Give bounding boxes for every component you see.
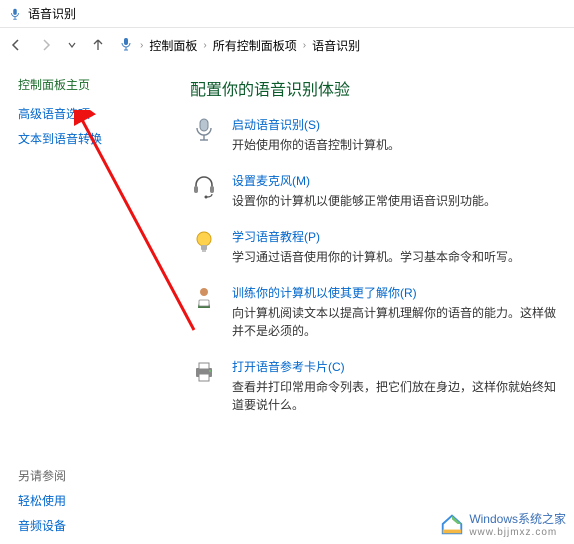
control-panel-home-link[interactable]: 控制面板主页 xyxy=(18,76,160,93)
item-desc: 查看并打印常用命令列表，把它们放在身边，这样你就始终知道要说什么。 xyxy=(232,378,564,414)
watermark: Windows系统之家 www.bjjmxz.com xyxy=(439,510,566,538)
up-button[interactable] xyxy=(88,35,108,55)
breadcrumb-leaf[interactable]: 语音识别 xyxy=(312,37,360,54)
take-tutorial-item: 学习语音教程(P) 学习通过语音使用你的计算机。学习基本命令和听写。 xyxy=(190,228,564,266)
forward-button[interactable] xyxy=(36,35,56,55)
main-panel: 配置你的语音识别体验 启动语音识别(S) 开始使用你的语音控制计算机。 设置麦克… xyxy=(160,62,574,544)
microphone-icon xyxy=(190,116,218,144)
breadcrumb-sep: › xyxy=(303,40,306,51)
breadcrumb-sep: › xyxy=(203,40,206,51)
start-speech-recognition-item: 启动语音识别(S) 开始使用你的语音控制计算机。 xyxy=(190,116,564,154)
item-desc: 开始使用你的语音控制计算机。 xyxy=(232,136,400,154)
lightbulb-icon xyxy=(190,228,218,256)
window-title: 语音识别 xyxy=(28,5,76,22)
headset-icon xyxy=(190,172,218,200)
person-reading-icon xyxy=(190,284,218,312)
take-tutorial-link[interactable]: 学习语音教程(P) xyxy=(232,228,520,245)
item-desc: 设置你的计算机以便能够正常使用语音识别功能。 xyxy=(232,192,496,210)
start-speech-recognition-link[interactable]: 启动语音识别(S) xyxy=(232,116,400,133)
watermark-url: www.bjjmxz.com xyxy=(469,527,566,538)
train-computer-link[interactable]: 训练你的计算机以使其更了解你(R) xyxy=(232,284,564,301)
microphone-icon xyxy=(8,7,22,21)
setup-microphone-link[interactable]: 设置麦克风(M) xyxy=(232,172,496,189)
open-reference-card-link[interactable]: 打开语音参考卡片(C) xyxy=(232,358,564,375)
printer-icon xyxy=(190,358,218,386)
nav-bar: › 控制面板 › 所有控制面板项 › 语音识别 xyxy=(0,28,574,62)
audio-devices-link[interactable]: 音频设备 xyxy=(18,517,160,534)
train-computer-item: 训练你的计算机以使其更了解你(R) 向计算机阅读文本以提高计算机理解你的语音的能… xyxy=(190,284,564,340)
microphone-icon xyxy=(118,36,134,55)
house-logo-icon xyxy=(439,511,465,537)
breadcrumb-root[interactable]: 控制面板 xyxy=(149,37,197,54)
breadcrumb[interactable]: › 控制面板 › 所有控制面板项 › 语音识别 xyxy=(118,36,360,55)
watermark-brand: Windows系统之家 xyxy=(469,512,566,526)
ease-of-access-link[interactable]: 轻松使用 xyxy=(18,492,160,509)
breadcrumb-mid[interactable]: 所有控制面板项 xyxy=(213,37,297,54)
sidebar: 控制面板主页 高级语音选项 文本到语音转换 另请参阅 轻松使用 音频设备 xyxy=(0,62,160,544)
back-button[interactable] xyxy=(6,35,26,55)
title-bar: 语音识别 xyxy=(0,0,574,28)
recent-dropdown[interactable] xyxy=(66,35,78,55)
content-area: 控制面板主页 高级语音选项 文本到语音转换 另请参阅 轻松使用 音频设备 配置你… xyxy=(0,62,574,544)
text-to-speech-link[interactable]: 文本到语音转换 xyxy=(18,130,160,147)
page-heading: 配置你的语音识别体验 xyxy=(190,76,564,100)
breadcrumb-sep: › xyxy=(140,40,143,51)
see-also-label: 另请参阅 xyxy=(18,467,160,484)
setup-microphone-item: 设置麦克风(M) 设置你的计算机以便能够正常使用语音识别功能。 xyxy=(190,172,564,210)
item-desc: 学习通过语音使用你的计算机。学习基本命令和听写。 xyxy=(232,248,520,266)
advanced-speech-options-link[interactable]: 高级语音选项 xyxy=(18,105,160,122)
open-reference-card-item: 打开语音参考卡片(C) 查看并打印常用命令列表，把它们放在身边，这样你就始终知道… xyxy=(190,358,564,414)
item-desc: 向计算机阅读文本以提高计算机理解你的语音的能力。这样做并不是必须的。 xyxy=(232,304,564,340)
